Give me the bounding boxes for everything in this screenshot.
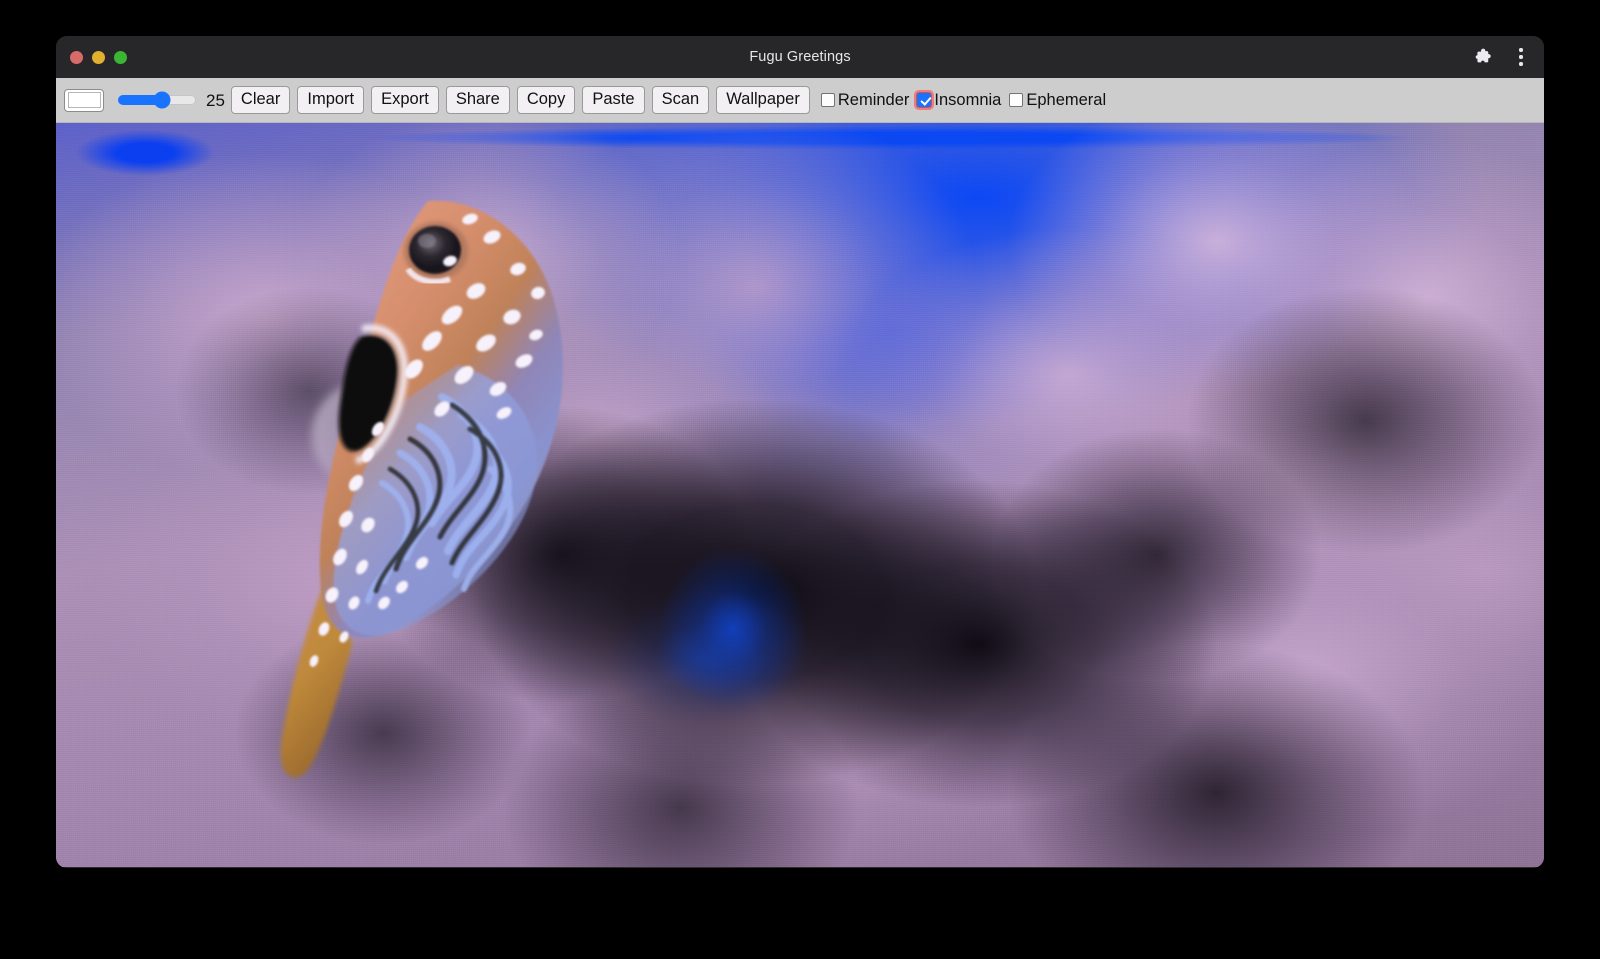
browser-window: Fugu Greetings (56, 36, 1544, 868)
menu-dot (1519, 48, 1522, 51)
close-window-button[interactable] (70, 51, 83, 64)
screenshot-root: Fugu Greetings (0, 0, 1600, 959)
color-picker-input[interactable] (64, 89, 104, 112)
insomnia-checkbox-group[interactable]: Insomnia (917, 92, 1009, 109)
minimize-window-button[interactable] (92, 51, 105, 64)
insomnia-checkbox[interactable] (917, 93, 931, 107)
menu-dot (1519, 62, 1522, 65)
ephemeral-checkbox-group[interactable]: Ephemeral (1009, 92, 1114, 109)
copy-button[interactable]: Copy (517, 86, 576, 114)
color-picker-swatch (68, 92, 101, 108)
reminder-label: Reminder (838, 92, 910, 109)
wallpaper-button[interactable]: Wallpaper (716, 86, 810, 114)
browser-menu-icon[interactable] (1512, 47, 1530, 67)
slider-thumb[interactable] (154, 92, 171, 109)
import-button[interactable]: Import (297, 86, 364, 114)
traffic-light-buttons (70, 51, 127, 64)
ephemeral-checkbox[interactable] (1009, 93, 1023, 107)
reminder-checkbox-group[interactable]: Reminder (821, 92, 918, 109)
window-title: Fugu Greetings (56, 49, 1544, 65)
menu-dot (1519, 55, 1522, 58)
app-toolbar: 25 Clear Import Export Share Copy Paste … (56, 78, 1544, 123)
pufferfish-photo-subject (236, 183, 596, 793)
reminder-checkbox[interactable] (821, 93, 835, 107)
brush-size-slider[interactable] (118, 90, 196, 110)
insomnia-label: Insomnia (934, 92, 1001, 109)
extensions-icon[interactable] (1472, 47, 1492, 67)
scan-button[interactable]: Scan (652, 86, 710, 114)
slider-value-label: 25 (206, 92, 225, 109)
export-button[interactable]: Export (371, 86, 439, 114)
maximize-window-button[interactable] (114, 51, 127, 64)
paste-button[interactable]: Paste (582, 86, 644, 114)
window-titlebar: Fugu Greetings (56, 36, 1544, 78)
share-button[interactable]: Share (446, 86, 510, 114)
drawing-canvas[interactable] (56, 123, 1544, 867)
ephemeral-label: Ephemeral (1026, 92, 1106, 109)
clear-button[interactable]: Clear (231, 86, 290, 114)
titlebar-actions (1472, 47, 1530, 67)
